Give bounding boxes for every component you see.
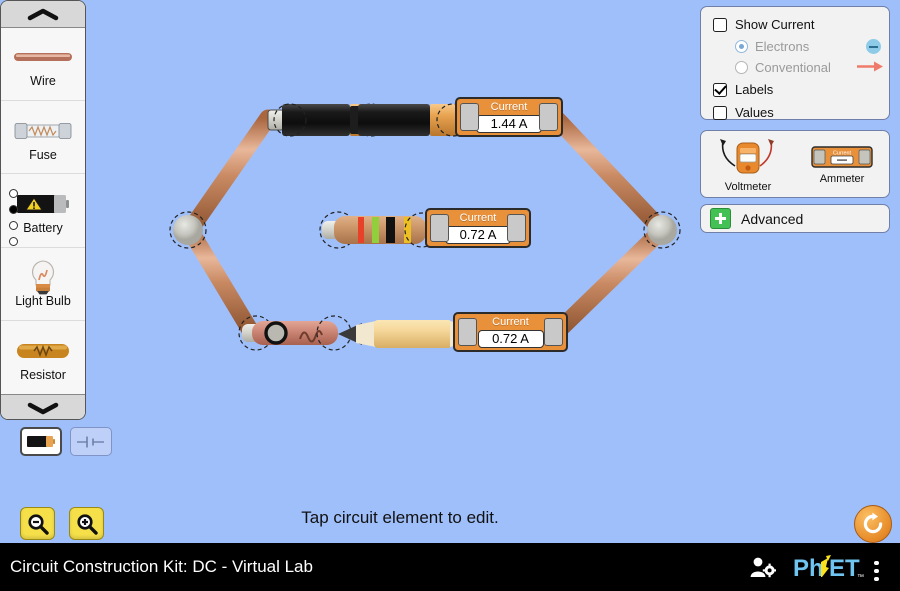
navigation-bar: Circuit Construction Kit: DC - Virtual L… [0, 543, 900, 591]
right-junction[interactable] [643, 211, 681, 249]
kebab-menu-icon[interactable] [874, 557, 879, 585]
phet-logo-ph: Ph [793, 555, 824, 581]
zoom-controls[interactable] [20, 507, 104, 540]
view-mode-lifelike-button[interactable] [20, 427, 62, 456]
nav-title: Circuit Construction Kit: DC - Virtual L… [10, 557, 313, 576]
meter-toolbox-panel: Voltmeter Current Ammeter [700, 130, 890, 198]
voltmeter-tool[interactable]: Voltmeter [701, 135, 795, 193]
reset-all-button[interactable] [854, 505, 892, 543]
ammeter-top[interactable]: Current 1.44 A [455, 97, 563, 137]
view-mode-schematic-button[interactable] [70, 427, 112, 456]
svg-text:Current: Current [833, 151, 851, 157]
show-current-checkbox[interactable] [713, 17, 727, 32]
values-checkbox[interactable] [713, 105, 727, 120]
carousel-page-dot-4[interactable] [8, 237, 18, 246]
ammeter-right-terminal [544, 318, 563, 346]
labels-checkbox[interactable] [713, 82, 727, 97]
eraser [238, 315, 352, 351]
phet-logo-et: ET [829, 555, 860, 581]
advanced-accordion[interactable]: Advanced [700, 204, 890, 233]
view-mode-toggle[interactable] [20, 427, 112, 456]
ammeter-bottom-value: 0.72 A [477, 329, 544, 348]
conventional-row[interactable]: Conventional [701, 57, 889, 78]
show-current-row[interactable]: Show Current [701, 13, 889, 36]
conventional-radio[interactable] [735, 61, 748, 74]
schematic-battery-icon [77, 436, 104, 447]
left-junction[interactable] [169, 211, 207, 249]
advanced-label: Advanced [741, 210, 804, 227]
labels-row[interactable]: Labels [701, 78, 889, 101]
ammeter-middle-value: 0.72 A [445, 225, 511, 244]
ammeter-left-terminal [460, 103, 479, 131]
ammeter-bottom[interactable]: Current 0.72 A [453, 312, 568, 352]
zoom-out-icon [27, 513, 49, 535]
ammeter-label: Ammeter [819, 173, 865, 185]
carousel-page-dot-2[interactable] [8, 205, 18, 214]
svg-text:™: ™ [857, 574, 864, 581]
ammeter-right-terminal [507, 214, 526, 242]
ammeter-icon: Current [811, 146, 873, 168]
voltmeter-icon [720, 139, 774, 174]
ammeter-middle[interactable]: Current 0.72 A [425, 208, 531, 248]
ammeter-bottom-title: Current [492, 315, 529, 328]
ammeter-middle-title: Current [459, 211, 497, 224]
carousel-page-dot-1[interactable] [8, 189, 18, 198]
values-label: Values [735, 105, 774, 120]
electrons-row[interactable]: Electrons [701, 36, 889, 57]
values-row[interactable]: Values [701, 101, 889, 124]
voltmeter-label: Voltmeter [724, 181, 772, 193]
ammeter-right-terminal [539, 103, 558, 131]
phet-logo[interactable]: Ph ET ™ [793, 555, 867, 586]
display-options-panel: Show Current Electrons Conventional Labe… [700, 6, 890, 120]
ammeter-top-title: Current [490, 100, 528, 113]
electrons-label: Electrons [755, 39, 810, 54]
carousel-page-indicators[interactable] [6, 182, 20, 253]
plus-icon[interactable] [710, 208, 731, 229]
ammeter-left-terminal [430, 214, 449, 242]
simulation-screen: Current 1.44 A Current 0.72 A Current 0.… [0, 0, 900, 591]
profile-gear-icon[interactable] [750, 556, 777, 583]
conventional-label: Conventional [755, 60, 831, 75]
zoom-out-button[interactable] [20, 507, 55, 540]
zoom-in-icon [76, 513, 98, 535]
status-hint: Tap circuit element to edit. [301, 508, 499, 527]
ammeter-left-terminal [458, 318, 477, 346]
labels-label: Labels [735, 82, 774, 97]
lifelike-battery-icon [27, 436, 55, 447]
conventional-arrow-icon [857, 59, 883, 77]
ammeter-top-value: 1.44 A [476, 114, 542, 133]
carousel-page-dot-3[interactable] [8, 221, 18, 230]
electron-symbol-icon [866, 39, 881, 54]
battery-2 [350, 103, 470, 137]
electrons-radio[interactable] [735, 40, 748, 53]
resistor-1 [319, 211, 440, 249]
show-current-label: Show Current [735, 17, 815, 32]
zoom-in-button[interactable] [69, 507, 104, 540]
ammeter-tool[interactable]: Current Ammeter [795, 143, 889, 185]
reset-icon [863, 512, 883, 534]
